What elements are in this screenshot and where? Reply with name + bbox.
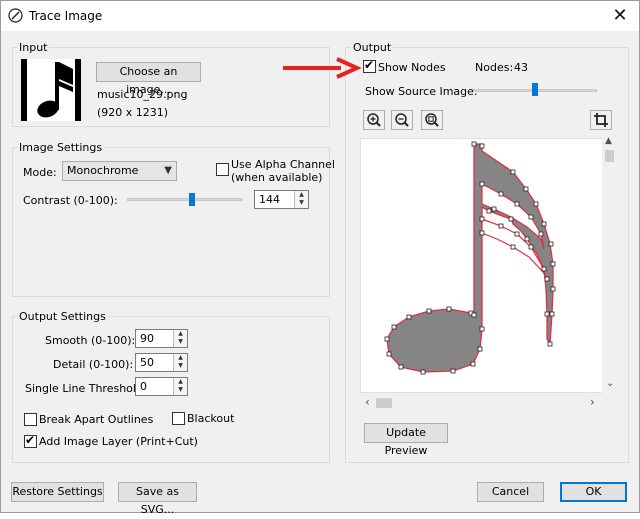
ok-button[interactable]: OK <box>560 482 627 502</box>
source-opacity-slider-thumb[interactable] <box>532 83 538 96</box>
spin-arrows-icon[interactable]: ▲ ▼ <box>173 378 187 395</box>
crop-icon <box>594 113 608 127</box>
choose-image-button[interactable]: Choose an image... <box>96 62 201 96</box>
checkmark-icon: ✔ <box>364 58 375 72</box>
chevron-left-icon[interactable]: ‹ <box>365 395 370 409</box>
show-source-label: Show Source Image: <box>365 85 478 98</box>
detail-label: Detail (0-100): <box>53 358 134 371</box>
spin-arrows-icon[interactable]: ▲ ▼ <box>294 191 308 208</box>
show-nodes-checkbox[interactable]: ✔ <box>363 58 376 73</box>
horizontal-scroll-thumb[interactable] <box>376 398 392 408</box>
chevron-right-icon[interactable]: › <box>590 395 595 409</box>
trace-preview-canvas[interactable] <box>360 138 617 393</box>
chevron-down-icon: ▼ <box>164 165 172 176</box>
mode-value: Monochrome <box>67 164 139 177</box>
use-alpha-label-line1: Use Alpha Channel <box>231 158 335 171</box>
nodes-label: Nodes: <box>475 61 514 74</box>
source-thumbnail <box>21 59 81 121</box>
contrast-slider-track[interactable] <box>127 198 243 201</box>
title-bar: Trace Image ✕ <box>1 1 639 31</box>
detail-value: 50 <box>140 356 154 369</box>
smooth-label: Smooth (0-100): <box>45 334 136 347</box>
threshold-label: Single Line Threshold: <box>25 382 147 395</box>
break-apart-label: Break Apart Outlines <box>39 413 154 426</box>
annotation-arrow-icon <box>283 57 361 79</box>
zoom-fit-icon <box>425 113 439 127</box>
zoom-fit-button[interactable] <box>421 110 443 130</box>
show-nodes-label: Show Nodes <box>378 61 446 74</box>
cancel-button[interactable]: Cancel <box>477 482 544 502</box>
blackout-label: Blackout <box>187 412 235 425</box>
add-image-layer-checkbox[interactable]: ✔ <box>24 433 37 448</box>
detail-input[interactable]: 50 ▲ ▼ <box>135 353 188 372</box>
zoom-out-button[interactable] <box>391 110 413 130</box>
contrast-label: Contrast (0-100): <box>23 194 118 207</box>
smooth-input[interactable]: 90 ▲ ▼ <box>135 329 188 348</box>
zoom-in-icon <box>367 113 381 127</box>
threshold-input[interactable]: 0 ▲ ▼ <box>135 377 188 396</box>
use-alpha-label-line2: (when available) <box>231 171 323 184</box>
preview-horizontal-scrollbar[interactable]: ‹ › <box>360 395 602 411</box>
spin-arrows-icon[interactable]: ▲ ▼ <box>173 354 187 371</box>
trace-pen-icon <box>8 8 23 23</box>
preview-vertical-scrollbar[interactable]: ▲ ⌄ <box>602 136 617 393</box>
update-preview-button[interactable]: Update Preview <box>364 423 448 457</box>
add-image-layer-label: Add Image Layer (Print+Cut) <box>39 435 198 448</box>
window-title: Trace Image <box>29 9 103 23</box>
blackout-checkbox[interactable] <box>172 412 185 425</box>
checkmark-icon: ✔ <box>25 433 36 447</box>
output-settings-label: Output Settings <box>17 310 108 323</box>
restore-settings-button[interactable]: Restore Settings <box>11 482 104 502</box>
image-settings-label: Image Settings <box>17 141 105 154</box>
threshold-value: 0 <box>140 380 147 393</box>
file-dimensions: (920 x 1231) <box>97 106 169 119</box>
close-icon[interactable]: ✕ <box>609 5 631 27</box>
file-name: music10_29.png <box>97 88 188 101</box>
smooth-value: 90 <box>140 332 154 345</box>
spin-arrows-icon[interactable]: ▲ ▼ <box>173 330 187 347</box>
nodes-count: 43 <box>514 61 528 74</box>
traced-note-graphic <box>384 141 556 375</box>
mode-label: Mode: <box>23 166 57 179</box>
vertical-scroll-thumb[interactable] <box>605 150 614 162</box>
mode-select[interactable]: Monochrome ▼ <box>62 161 177 181</box>
crop-button[interactable] <box>590 110 612 130</box>
use-alpha-checkbox[interactable] <box>216 163 229 176</box>
output-group-label: Output <box>351 41 394 54</box>
save-as-svg-button[interactable]: Save as SVG... <box>118 482 197 516</box>
contrast-value: 144 <box>259 193 280 206</box>
zoom-out-icon <box>395 113 409 127</box>
scroll-up-icon[interactable]: ▲ <box>605 136 612 146</box>
chevron-down-icon[interactable]: ⌄ <box>606 378 614 389</box>
zoom-in-button[interactable] <box>363 110 385 130</box>
trace-image-dialog: Trace Image ✕ Input Choose an image... m… <box>0 0 640 516</box>
contrast-input[interactable]: 144 ▲ ▼ <box>254 190 309 209</box>
contrast-slider-thumb[interactable] <box>189 193 195 206</box>
break-apart-checkbox[interactable] <box>24 413 37 426</box>
input-group-label: Input <box>17 41 50 54</box>
